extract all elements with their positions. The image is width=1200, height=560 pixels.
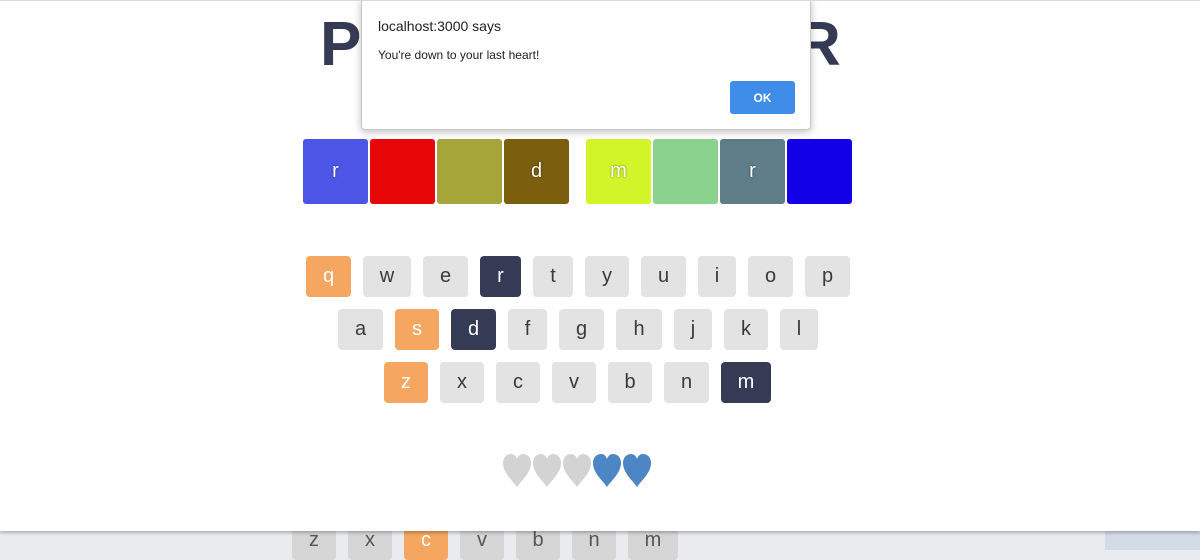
key-k[interactable]: k	[724, 309, 768, 350]
puzzle-tile	[653, 139, 718, 204]
heart-icon	[533, 454, 561, 487]
key-z[interactable]: z	[384, 362, 428, 403]
key-i[interactable]: i	[698, 256, 736, 297]
puzzle-tile	[787, 139, 852, 204]
key-v[interactable]: v	[552, 362, 596, 403]
heart-icon	[563, 454, 591, 487]
key-h[interactable]: h	[616, 309, 662, 350]
key-d[interactable]: d	[451, 309, 496, 350]
keyboard-row-3: z x c v b n m	[384, 362, 771, 403]
heart-icon	[623, 454, 651, 487]
ok-button[interactable]: OK	[730, 81, 795, 114]
keyboard-row-1: q w e r t y u i o p	[306, 256, 850, 297]
key-y[interactable]: y	[585, 256, 629, 297]
puzzle-tile: m	[586, 139, 651, 204]
key-b[interactable]: b	[608, 362, 652, 403]
key-r[interactable]: r	[480, 256, 521, 297]
key-n[interactable]: n	[664, 362, 709, 403]
background-panel	[1105, 530, 1200, 550]
key-u[interactable]: u	[641, 256, 686, 297]
key-g[interactable]: g	[559, 309, 604, 350]
key-c[interactable]: c	[496, 362, 540, 403]
key-l[interactable]: l	[780, 309, 818, 350]
key-j[interactable]: j	[674, 309, 712, 350]
game-viewport: P R r d m r q w e r t y u i o p a s d f …	[0, 0, 1200, 531]
dialog-message: You're down to your last heart!	[378, 48, 540, 62]
puzzle-tile	[370, 139, 435, 204]
key-q[interactable]: q	[306, 256, 351, 297]
puzzle-tile: r	[720, 139, 785, 204]
key-p[interactable]: p	[805, 256, 850, 297]
alert-dialog: localhost:3000 says You're down to your …	[361, 1, 811, 130]
heart-icon	[503, 454, 531, 487]
keyboard-row-2: a s d f g h j k l	[338, 309, 818, 350]
lives-hearts	[501, 451, 651, 489]
puzzle-tile	[437, 139, 502, 204]
key-f[interactable]: f	[508, 309, 547, 350]
puzzle-tile: d	[504, 139, 569, 204]
dialog-origin: localhost:3000 says	[378, 18, 501, 34]
page-title-left: P	[320, 10, 363, 79]
heart-icon	[593, 454, 621, 487]
key-s[interactable]: s	[395, 309, 439, 350]
puzzle-tiles: r d m r	[303, 139, 854, 204]
key-e[interactable]: e	[423, 256, 468, 297]
key-x[interactable]: x	[440, 362, 484, 403]
puzzle-tile: r	[303, 139, 368, 204]
key-w[interactable]: w	[363, 256, 411, 297]
key-t[interactable]: t	[533, 256, 573, 297]
key-m[interactable]: m	[721, 362, 771, 403]
key-o[interactable]: o	[748, 256, 793, 297]
key-a[interactable]: a	[338, 309, 383, 350]
